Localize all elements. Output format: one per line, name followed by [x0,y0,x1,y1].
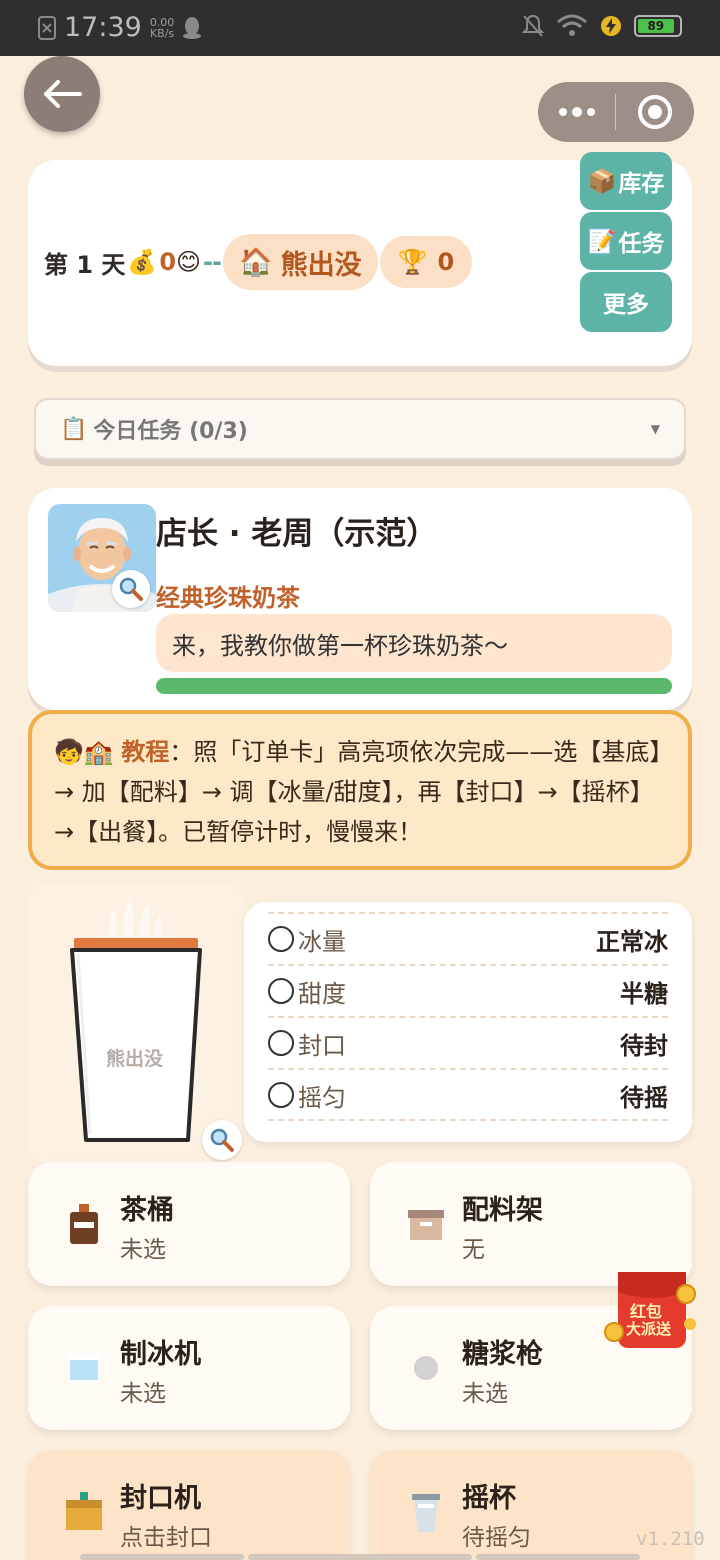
trophy-pill[interactable]: 🏆 0 [379,236,473,288]
magnifier-icon [119,577,143,601]
back-button[interactable] [24,56,100,132]
trophy-icon: 🏆 [397,248,428,276]
money-bag-icon: 💰 [127,248,158,276]
charging-icon [601,16,621,36]
status-right: 89 [522,14,682,38]
cup-area[interactable] [28,882,244,1162]
scroll-indicator [80,1554,244,1560]
house-icon: 🏠 [238,247,273,278]
chevron-down-icon: ▼ [650,422,660,436]
target-icon[interactable] [616,95,694,129]
patience-bar [156,678,672,694]
ice-machine-icon [68,1354,100,1382]
sim-off-icon [38,15,56,40]
smile-icon: 😊 [176,248,202,276]
version-label: v1.210 [636,1528,705,1550]
unchecked-circle-icon [268,926,294,952]
shop-name: 熊出没 [280,249,362,281]
arrow-left-icon [44,80,82,108]
memo-icon: 📝 [587,228,617,255]
cup-illustration [70,896,202,1142]
avatar-zoom-button[interactable] [112,570,150,608]
red-packet-promo[interactable]: 红包 大派送 [604,1266,700,1354]
station-sealer[interactable]: 封口机 点击封口 [28,1450,350,1560]
tutorial-icons: 🧒🏫 [54,738,114,766]
topping-rack-icon [408,1210,444,1240]
shop-name-pill[interactable]: 🏠 熊出没 [222,234,378,290]
tasks-button[interactable]: 📝 任务 [580,212,672,270]
scroll-indicator [476,1554,640,1560]
mute-icon [522,14,544,37]
net-speed: 0.00 KB/s [149,15,175,40]
unchecked-circle-icon [268,1030,294,1056]
money-value: 0 [159,248,177,276]
cup-brand: 熊出没 [106,1048,164,1070]
status-divider [268,1119,668,1121]
customer-speech: 来，我教你做第一杯珍珠奶茶～ [172,631,508,660]
magnifier-icon [210,1128,234,1152]
sealer-icon [66,1492,102,1530]
mini-program-capsule [538,82,694,142]
more-button[interactable]: 更多 [580,272,672,332]
customer-speech-bubble: 来，我教你做第一杯珍珠奶茶～ [156,614,672,672]
qq-icon [183,16,202,39]
clipboard-icon: 📋 [60,416,88,442]
cup-zoom-button[interactable] [202,1120,242,1160]
unchecked-circle-icon [268,978,294,1004]
day-label: 第 1 天 [44,250,126,279]
battery-icon: 89 [634,15,682,37]
shaker-icon [412,1494,440,1532]
red-packet-line2: 大派送 [626,1320,672,1338]
customer-name: 店长 · 老周（示范） [156,516,438,552]
station-tea-bucket[interactable]: 茶桶 未选 [28,1162,350,1286]
status-left: 17:39 0.00 KB/s [38,12,202,43]
unchecked-circle-icon [268,1082,294,1108]
syrup-gun-icon [414,1356,438,1380]
more-dots-icon[interactable] [538,82,615,142]
order-drink-name: 经典珍珠奶茶 [156,584,300,612]
status-row-seal: 封口 待封 [268,1016,668,1068]
status-row-shake: 摇匀 待摇 [268,1068,668,1120]
inventory-button[interactable]: 📦 库存 [580,152,672,210]
status-row-ice: 冰量 正常冰 [268,912,668,964]
status-row-sweetness: 甜度 半糖 [268,964,668,1016]
daily-tasks-label: 今日任务 (0/3) [93,419,248,444]
tutorial-label: 教程 [121,738,170,766]
mood-dash: -- [203,248,222,276]
station-ice-machine[interactable]: 制冰机 未选 [28,1306,350,1430]
tea-bucket-icon [70,1204,98,1244]
daily-tasks-dropdown[interactable]: 📋 今日任务 (0/3) ▼ [34,398,686,460]
scroll-indicator [248,1554,472,1560]
trophy-count: 0 [437,248,455,276]
package-icon: 📦 [587,168,617,195]
wifi-icon [557,14,587,36]
clock: 17:39 [64,12,142,43]
tutorial-banner: 🧒🏫 教程：照「订单卡」高亮项依次完成——选【基底】→ 加【配料】→ 调【冰量/… [28,710,692,870]
header-stats: 第 1 天 💰 0 😊 -- 🏠 熊出没 🏆 0 [44,234,473,290]
